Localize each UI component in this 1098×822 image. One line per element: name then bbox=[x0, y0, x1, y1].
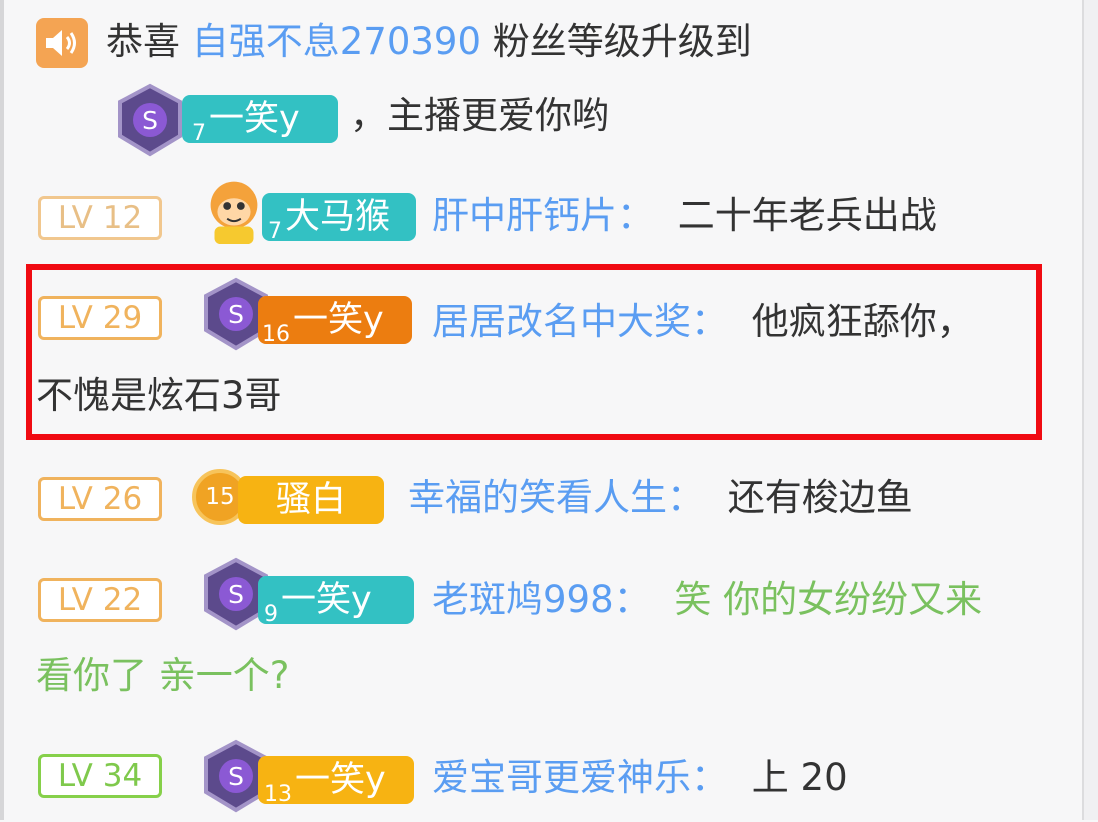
announcement-middle: 粉丝等级升级到 bbox=[492, 20, 752, 63]
user-level-badge: LV 34 bbox=[38, 754, 162, 798]
announcement-line-2: ，主播更爱你哟 bbox=[350, 94, 609, 137]
svg-text:S: S bbox=[228, 580, 244, 609]
fan-badge[interactable]: 9一笑y bbox=[258, 576, 414, 627]
svg-text:S: S bbox=[228, 762, 244, 791]
chat-text-continued: 看你了 亲一个? bbox=[36, 654, 290, 697]
fan-badge[interactable]: 13一笑y bbox=[258, 756, 414, 807]
chat-text-continued: 不愧是炫石3哥 bbox=[36, 374, 282, 417]
chat-username[interactable]: 爱宝哥更爱神乐： bbox=[432, 756, 728, 799]
speaker-icon bbox=[36, 18, 88, 68]
chat-panel-left-border bbox=[0, 0, 4, 820]
announcement-username[interactable]: 自强不息270390 bbox=[192, 20, 481, 63]
chat-username[interactable]: 老斑鸠998： bbox=[432, 578, 651, 621]
chat-username[interactable]: 幸福的笑看人生： bbox=[408, 476, 704, 519]
chat-text: 笑 你的女纷纷又来 bbox=[674, 578, 983, 621]
announcement-prefix: 恭喜 bbox=[106, 20, 180, 63]
fan-badge[interactable]: 16一笑y bbox=[258, 296, 412, 347]
chat-username[interactable]: 居居改名中大奖： bbox=[432, 300, 728, 343]
chat-text: 二十年老兵出战 bbox=[677, 194, 937, 237]
chat-message: 老斑鸠998： 笑 你的女纷纷又来 bbox=[432, 574, 1058, 626]
fan-badge[interactable]: 骚白 bbox=[238, 476, 384, 524]
chat-message: 幸福的笑看人生： 还有梭边鱼 bbox=[408, 472, 1058, 524]
user-level-badge: LV 12 bbox=[38, 196, 162, 240]
chat-message: 居居改名中大奖： 他疯狂舔你， bbox=[432, 296, 1058, 348]
scrollbar-track[interactable] bbox=[1082, 0, 1098, 820]
emblem-icon: S bbox=[110, 82, 190, 162]
chat-message: 肝中肝钙片： 二十年老兵出战 bbox=[432, 190, 1058, 242]
svg-text:S: S bbox=[142, 106, 158, 135]
fan-badge[interactable]: 7一笑y bbox=[182, 95, 338, 146]
chat-text: 上 20 bbox=[751, 756, 848, 799]
announcement-line-1: 恭喜 自强不息270390 粉丝等级升级到 bbox=[106, 16, 1058, 68]
user-level-badge: LV 26 bbox=[38, 477, 162, 521]
svg-text:S: S bbox=[228, 300, 244, 329]
user-level-badge: LV 29 bbox=[38, 296, 162, 340]
fan-badge[interactable]: 7大马猴 bbox=[262, 193, 416, 244]
user-level-badge: LV 22 bbox=[38, 578, 162, 622]
chat-text: 还有梭边鱼 bbox=[727, 476, 913, 519]
chat-text: 他疯狂舔你， bbox=[751, 300, 974, 343]
chat-username[interactable]: 肝中肝钙片： bbox=[432, 194, 654, 237]
chat-message: 爱宝哥更爱神乐： 上 20 bbox=[432, 752, 1058, 804]
